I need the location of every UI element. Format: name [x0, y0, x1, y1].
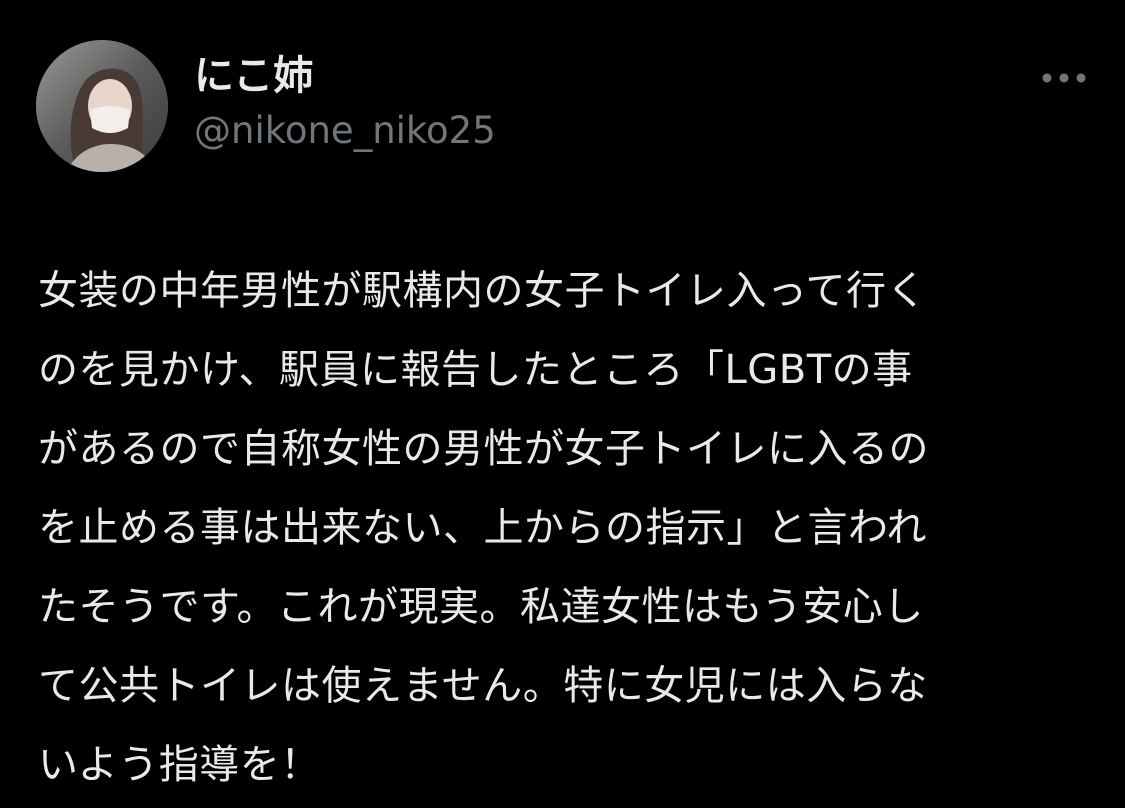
tweet-text-line: を止める事は出来ない、上からの指示」と言われ — [38, 505, 927, 551]
tweet: にこ姉 @nikone_niko25 女装の中年男性が駅構内の女子トイレ入って行… — [0, 0, 1125, 808]
tweet-text: 女装の中年男性が駅構内の女子トイレ入って行く のを見かけ、駅員に報告したところ「… — [38, 252, 1098, 805]
display-name[interactable]: にこ姉 — [194, 52, 313, 100]
profile-photo-icon — [36, 40, 168, 172]
tweet-text-line: たそうです。これが現実。私達女性はもう安心し — [38, 584, 924, 630]
more-horizontal-icon — [1042, 73, 1086, 83]
user-handle[interactable]: @nikone_niko25 — [194, 108, 496, 154]
avatar[interactable] — [36, 40, 168, 172]
more-button[interactable] — [1036, 60, 1092, 96]
tweet-text-line: のを見かけ、駅員に報告したところ「LGBTの事 — [38, 347, 913, 393]
tweet-text-line: いよう指導を！ — [38, 742, 321, 788]
tweet-text-line: があるので自称女性の男性が女子トイレに入るの — [38, 426, 929, 472]
tweet-text-line: て公共トイレは使えません。特に女児には入らな — [38, 663, 928, 709]
tweet-text-line: 女装の中年男性が駅構内の女子トイレ入って行く — [38, 268, 927, 314]
